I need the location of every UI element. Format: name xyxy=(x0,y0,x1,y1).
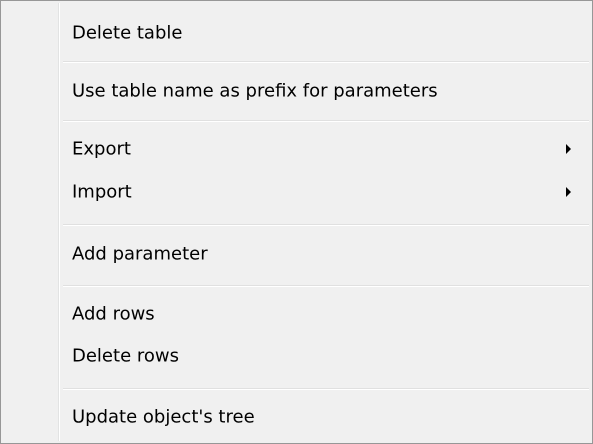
context-menu: Delete table Use table name as prefix fo… xyxy=(0,0,593,444)
menu-item-add-parameter[interactable]: Add parameter xyxy=(3,234,590,274)
menu-separator xyxy=(63,61,589,63)
menu-item-label: Import xyxy=(72,181,132,203)
menu-item-import[interactable]: Import xyxy=(3,172,590,212)
menu-separator xyxy=(63,120,589,122)
menu-item-label: Delete table xyxy=(72,22,183,44)
menu-separator xyxy=(63,388,589,390)
menu-item-label: Update object's tree xyxy=(72,406,255,428)
menu-item-delete-table[interactable]: Delete table xyxy=(3,13,590,53)
menu-item-export[interactable]: Export xyxy=(3,129,590,169)
menu-separator xyxy=(63,224,589,226)
menu-item-label: Export xyxy=(72,138,131,160)
menu-item-label: Use table name as prefix for parameters xyxy=(72,80,438,102)
menu-item-update-object-tree[interactable]: Update object's tree xyxy=(3,397,590,437)
menu-item-use-table-name-prefix[interactable]: Use table name as prefix for parameters xyxy=(3,71,590,111)
menu-item-delete-rows[interactable]: Delete rows xyxy=(3,336,590,376)
menu-item-label: Add rows xyxy=(72,303,155,325)
menu-separator xyxy=(63,285,589,287)
submenu-arrow-icon xyxy=(566,144,571,154)
submenu-arrow-icon xyxy=(566,187,571,197)
menu-item-label: Delete rows xyxy=(72,345,179,367)
menu-item-label: Add parameter xyxy=(72,243,208,265)
menu-item-add-rows[interactable]: Add rows xyxy=(3,294,590,334)
